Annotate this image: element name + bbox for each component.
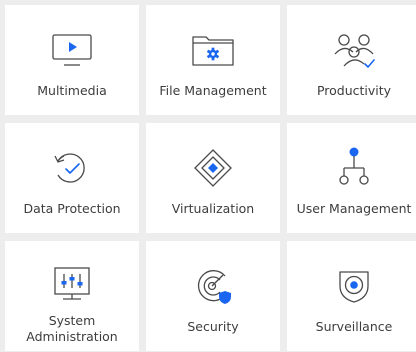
system-sliders-icon <box>5 263 139 309</box>
tile-label: User Management <box>296 201 412 216</box>
tile-label: Productivity <box>316 83 392 98</box>
tile-label: Surveillance <box>315 319 393 334</box>
hierarchy-icon <box>287 145 416 191</box>
tile-file-management[interactable]: File Management <box>146 5 280 115</box>
tile-label: Data Protection <box>23 201 121 216</box>
tile-user-management[interactable]: User Management <box>287 123 416 233</box>
tile-system-administration[interactable]: System Administration <box>5 241 139 351</box>
tile-label: Virtualization <box>171 201 255 216</box>
tile-label: System Administration <box>5 313 139 345</box>
radar-shield-icon <box>146 263 280 309</box>
tile-label: Security <box>187 319 239 334</box>
camera-eye-icon <box>287 263 416 309</box>
monitor-play-icon <box>5 27 139 73</box>
tile-label: File Management <box>159 83 267 98</box>
tile-security[interactable]: Security <box>146 241 280 351</box>
tile-productivity[interactable]: Productivity <box>287 5 416 115</box>
tile-label: Multimedia <box>37 83 107 98</box>
users-check-icon <box>287 27 416 73</box>
tile-virtualization[interactable]: Virtualization <box>146 123 280 233</box>
restore-check-icon <box>5 145 139 191</box>
folder-gear-icon <box>146 27 280 73</box>
tile-label-line-2: Administration <box>26 329 118 344</box>
tile-data-protection[interactable]: Data Protection <box>5 123 139 233</box>
tile-multimedia[interactable]: Multimedia <box>5 5 139 115</box>
tile-surveillance[interactable]: Surveillance <box>287 241 416 351</box>
category-grid: Multimedia File Management Productivity … <box>0 0 416 352</box>
nested-diamond-icon <box>146 145 280 191</box>
tile-label-line-1: System <box>48 313 96 328</box>
